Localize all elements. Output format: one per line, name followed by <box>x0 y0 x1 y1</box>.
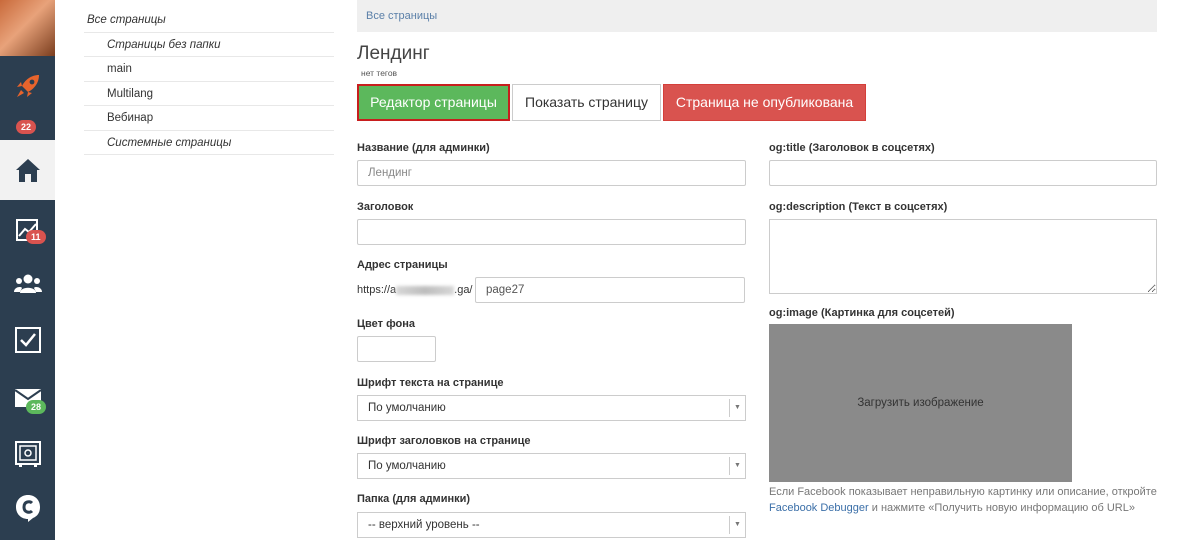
rail-item-home[interactable] <box>0 140 55 200</box>
address-prefix-start: https://a <box>357 284 397 296</box>
fb-note-end: и нажмите «Получить новую информацию об … <box>871 502 1135 514</box>
folder-list: Все страницы Страницы без папки main Mul… <box>84 8 334 155</box>
tags-label: нет тегов <box>361 68 398 78</box>
safe-icon <box>14 441 41 467</box>
page-title: Лендинг <box>357 43 430 64</box>
rail-item-rocket[interactable] <box>0 56 55 116</box>
rail-badge-home: 22 <box>16 120 37 134</box>
unpublished-status-button[interactable]: Страница не опубликована <box>663 84 866 121</box>
folder-item-main[interactable]: main <box>84 57 334 82</box>
folder-item-multilang[interactable]: Multilang <box>84 82 334 106</box>
home-icon <box>15 159 40 182</box>
folder-value: -- верхний уровень -- <box>368 519 480 531</box>
rail-badge-mail: 28 <box>26 400 47 414</box>
rail-item-stats[interactable]: 11 <box>0 200 55 260</box>
tasks-icon <box>14 327 41 353</box>
name-label: Название (для админки) <box>357 142 490 154</box>
users-icon <box>13 274 42 293</box>
rail-item-brand[interactable] <box>0 478 55 538</box>
heading-font-select[interactable]: По умолчанию ▼ <box>357 453 746 479</box>
og-title-label: og:title (Заголовок в соцсетях) <box>769 142 935 154</box>
left-rail: 22 11 28 <box>0 0 55 540</box>
text-font-label: Шрифт текста на странице <box>357 377 504 389</box>
og-description-textarea[interactable] <box>769 219 1157 294</box>
rail-badge-stats: 11 <box>26 230 46 244</box>
rail-item-mail[interactable]: 28 <box>0 368 55 428</box>
fb-note-start: Если Facebook показывает неправильную ка… <box>769 486 1157 498</box>
address-prefix: https://a .ga/ <box>357 284 473 296</box>
og-title-input[interactable] <box>769 160 1157 186</box>
heading-font-value: По умолчанию <box>368 460 446 472</box>
folder-item-system[interactable]: Системные страницы <box>84 131 334 155</box>
address-input[interactable]: page27 <box>475 277 745 303</box>
upload-image-text: Загрузить изображение <box>857 397 984 409</box>
text-font-value: По умолчанию <box>368 402 446 414</box>
heading-label: Заголовок <box>357 201 414 213</box>
chevron-down-icon: ▼ <box>729 457 745 475</box>
bg-color-label: Цвет фона <box>357 318 416 330</box>
og-description-label: og:description (Текст в соцсетях) <box>769 201 948 213</box>
rail-item-users[interactable] <box>0 254 55 314</box>
folder-item-no-folder[interactable]: Страницы без папки <box>84 33 334 57</box>
heading-font-label: Шрифт заголовков на странице <box>357 435 531 447</box>
text-font-select[interactable]: По умолчанию ▼ <box>357 395 746 421</box>
folder-item-webinar[interactable]: Вебинар <box>84 106 334 131</box>
name-input[interactable]: Лендинг <box>357 160 746 186</box>
blurred-domain <box>396 285 455 295</box>
facebook-note: Если Facebook показывает неправильную ка… <box>769 484 1169 516</box>
address-label: Адрес страницы <box>357 259 448 271</box>
rail-item-tasks[interactable] <box>0 310 55 370</box>
upload-image-area[interactable]: Загрузить изображение <box>769 324 1072 482</box>
address-prefix-end: .ga/ <box>454 284 473 296</box>
folder-item-all[interactable]: Все страницы <box>84 8 334 33</box>
logo-c-icon <box>15 495 40 522</box>
show-page-button[interactable]: Показать страницу <box>512 84 661 121</box>
breadcrumb: Все страницы <box>357 0 1157 32</box>
heading-input[interactable] <box>357 219 746 245</box>
rocket-icon <box>16 75 39 97</box>
rail-item-safe[interactable] <box>0 424 55 484</box>
folder-label: Папка (для админки) <box>357 493 471 505</box>
chevron-down-icon: ▼ <box>729 399 745 417</box>
breadcrumb-link-all-pages[interactable]: Все страницы <box>366 10 437 22</box>
chevron-down-icon: ▼ <box>729 516 745 534</box>
bg-color-input[interactable] <box>357 336 436 362</box>
page-editor-button[interactable]: Редактор страницы <box>357 84 510 121</box>
facebook-debugger-link[interactable]: Facebook Debugger <box>769 502 869 514</box>
folder-select[interactable]: -- верхний уровень -- ▼ <box>357 512 746 538</box>
avatar[interactable] <box>0 0 55 56</box>
og-image-label: og:image (Картинка для соцсетей) <box>769 307 955 319</box>
